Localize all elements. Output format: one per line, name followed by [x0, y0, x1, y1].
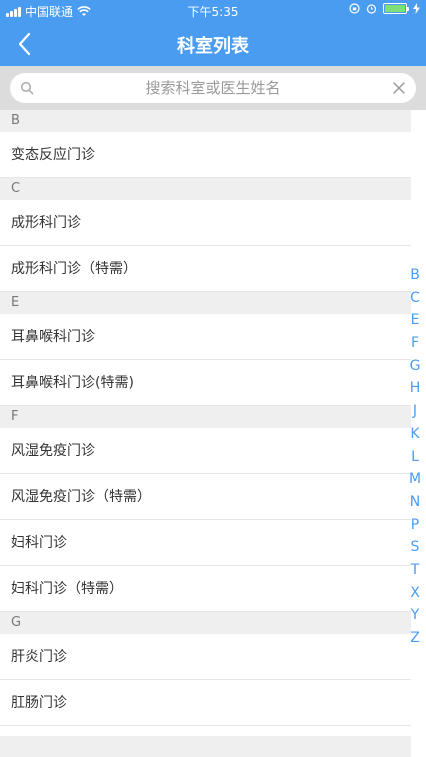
index-letter-c[interactable]: C — [407, 287, 423, 310]
close-icon[interactable] — [392, 81, 406, 95]
list-item[interactable]: 风湿免疫门诊（特需） — [0, 474, 411, 520]
list-item[interactable]: 妇科门诊 — [0, 520, 411, 566]
list-item[interactable]: 肝炎门诊 — [0, 634, 411, 680]
nav-bar: 科室列表 — [0, 22, 426, 66]
orientation-lock-icon — [349, 3, 360, 14]
index-letter-b[interactable]: B — [407, 264, 423, 287]
page-title: 科室列表 — [177, 36, 249, 57]
index-letter-j[interactable]: J — [407, 400, 423, 423]
list-item[interactable]: 成形科门诊（特需） — [0, 246, 411, 292]
index-letter-n[interactable]: N — [407, 491, 423, 514]
index-letter-t[interactable]: T — [407, 559, 423, 582]
index-letter-p[interactable]: P — [407, 514, 423, 537]
index-letter-h[interactable]: H — [407, 377, 423, 400]
search-bar — [0, 66, 426, 110]
alphabet-index[interactable]: B C E F G H J K L M N P S T X Y Z — [407, 264, 423, 650]
alarm-icon — [366, 4, 377, 14]
index-letter-g[interactable]: G — [407, 355, 423, 378]
list-item[interactable]: 风湿免疫门诊 — [0, 428, 411, 474]
list-item[interactable]: 肛肠门诊 — [0, 680, 411, 726]
charging-icon — [413, 3, 420, 14]
index-letter-f[interactable]: F — [407, 332, 423, 355]
section-header-c: C — [0, 178, 411, 200]
search-input[interactable] — [44, 73, 382, 103]
index-letter-k[interactable]: K — [407, 423, 423, 446]
list-item[interactable]: 变态反应门诊 — [0, 132, 411, 178]
index-letter-y[interactable]: Y — [407, 604, 423, 627]
list-item[interactable]: 耳鼻喉科门诊 — [0, 314, 411, 360]
section-header-e: E — [0, 292, 411, 314]
index-letter-e[interactable]: E — [407, 309, 423, 332]
section-header-b: B — [0, 110, 411, 132]
section-header-f: F — [0, 406, 411, 428]
search-box[interactable] — [10, 73, 416, 103]
index-letter-l[interactable]: L — [407, 446, 423, 469]
list-item[interactable]: 妇科门诊（特需） — [0, 566, 411, 612]
index-letter-x[interactable]: X — [407, 582, 423, 605]
department-list: B 变态反应门诊 C 成形科门诊 成形科门诊（特需） E 耳鼻喉科门诊 耳鼻喉科… — [0, 110, 411, 726]
list-item[interactable]: 耳鼻喉科门诊(特需) — [0, 360, 411, 406]
status-right — [349, 3, 420, 14]
battery-icon — [383, 3, 409, 14]
index-letter-s[interactable]: S — [407, 536, 423, 559]
next-section-header — [0, 736, 411, 757]
status-bar: 中国联通 下午5:35 — [0, 0, 426, 22]
index-letter-z[interactable]: Z — [407, 627, 423, 650]
index-letter-m[interactable]: M — [407, 468, 423, 491]
list-item[interactable]: 成形科门诊 — [0, 200, 411, 246]
section-header-g: G — [0, 612, 411, 634]
search-icon — [20, 81, 34, 95]
